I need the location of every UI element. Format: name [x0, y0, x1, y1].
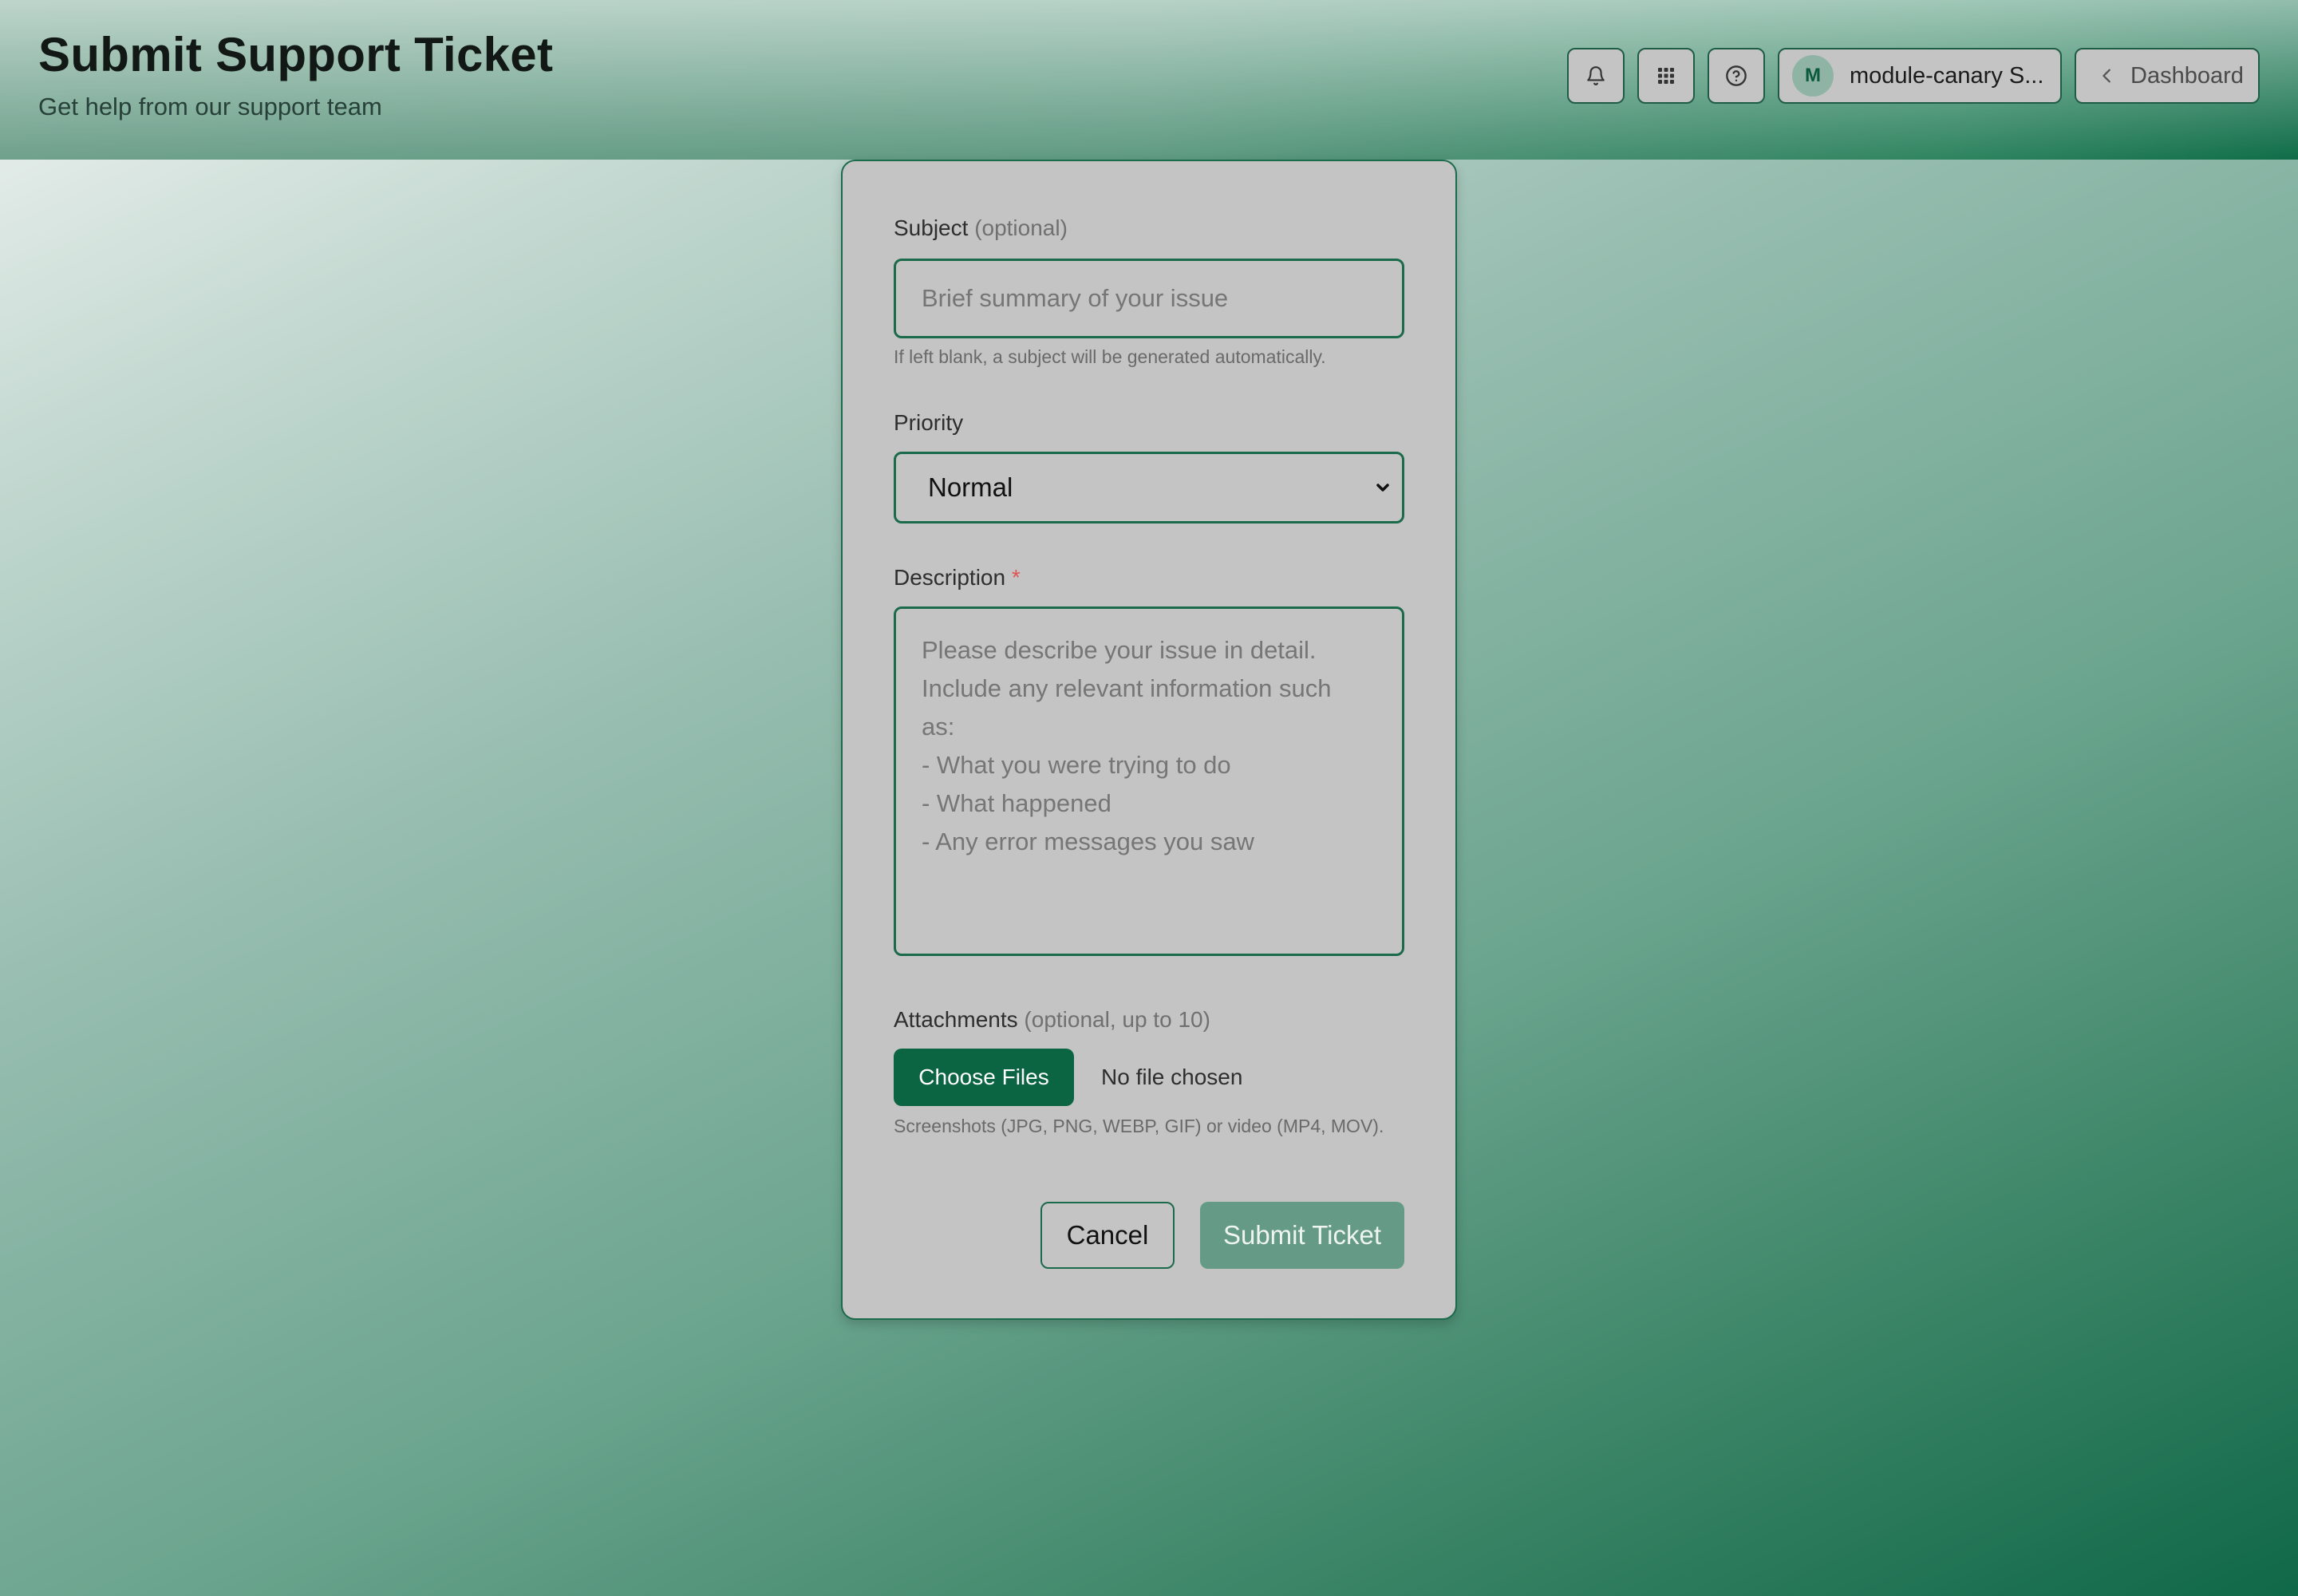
help-button[interactable] [1708, 48, 1765, 104]
required-marker: * [1011, 565, 1021, 590]
user-menu-button[interactable]: M module-canary S... [1778, 48, 2062, 104]
chevron-left-icon [2103, 69, 2110, 83]
subject-hint: If left blank, a subject will be generat… [894, 346, 1326, 367]
dashboard-label: Dashboard [2130, 62, 2244, 89]
priority-select-value: Normal [928, 472, 1013, 502]
submit-ticket-button[interactable]: Submit Ticket [1200, 1202, 1404, 1269]
page-subtitle: Get help from our support team [38, 93, 382, 120]
attachments-label-optional: (optional, up to 10) [1024, 1007, 1210, 1032]
dashboard-button[interactable]: Dashboard [2075, 48, 2260, 104]
subject-input[interactable] [894, 259, 1404, 338]
notifications-button[interactable] [1567, 48, 1625, 104]
attachments-label: Attachments (optional, up to 10) [894, 1007, 1210, 1033]
attachments-hint: Screenshots (JPG, PNG, WEBP, GIF) or vid… [894, 1116, 1384, 1136]
ticket-form-card: Subject (optional) If left blank, a subj… [841, 160, 1457, 1320]
avatar: M [1792, 55, 1834, 97]
subject-label-optional: (optional) [974, 215, 1068, 240]
bell-icon [1587, 66, 1605, 85]
page-header: Submit Support Ticket Get help from our … [0, 0, 2298, 160]
file-status: No file chosen [1101, 1065, 1243, 1089]
priority-select[interactable]: Normal [894, 452, 1404, 523]
apps-button[interactable] [1637, 48, 1695, 104]
cancel-button[interactable]: Cancel [1040, 1202, 1175, 1269]
help-circle-icon [1726, 65, 1747, 86]
subject-label: Subject (optional) [894, 215, 1068, 241]
description-label-text: Description [894, 565, 1006, 590]
priority-label: Priority [894, 410, 964, 435]
attachments-label-text: Attachments [894, 1007, 1018, 1032]
page-title: Submit Support Ticket [38, 28, 554, 81]
subject-label-text: Subject [894, 215, 969, 240]
description-label: Description * [894, 565, 1021, 591]
user-name: module-canary S... [1850, 62, 2044, 89]
grid-icon [1658, 68, 1674, 84]
description-textarea[interactable]: Please describe your issue in detail. In… [894, 606, 1404, 956]
choose-files-button[interactable]: Choose Files [894, 1049, 1074, 1106]
chevron-down-icon [1376, 484, 1389, 492]
